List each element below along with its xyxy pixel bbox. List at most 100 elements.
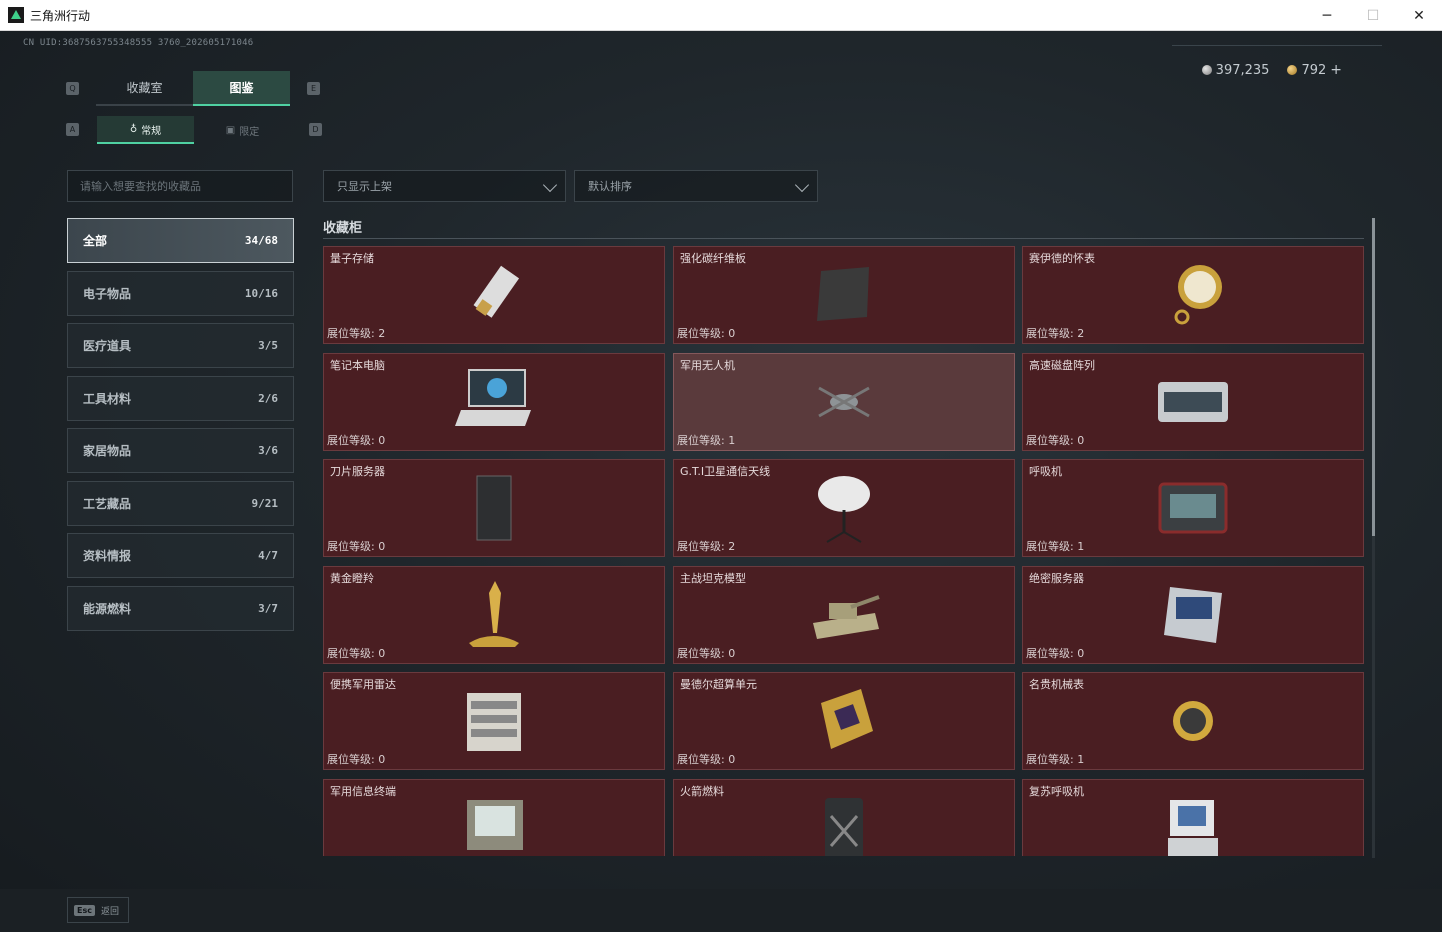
booth-level: 展位等级: 1 [677,433,736,447]
collection-card[interactable]: 量子存储 展位等级: 2 [323,246,665,344]
item-name: 强化碳纤维板 [680,252,746,265]
shelf-filter-value: 只显示上架 [337,180,392,193]
sort-dropdown[interactable]: 默认排序 [574,170,818,202]
window-titlebar: 三角洲行动 ─ ☐ ✕ [0,0,1442,31]
collection-card[interactable]: 赛伊德的怀表 展位等级: 2 [1022,246,1364,344]
category-fuel[interactable]: 能源燃料 3/7 [67,585,294,631]
item-name: 曼德尔超算单元 [680,678,757,692]
close-button[interactable]: ✕ [1396,0,1442,31]
currency-bar: 397,235 792 + [1201,62,1342,78]
collection-card[interactable]: 军用信息终端 [323,779,665,856]
scrollbar-thumb[interactable] [1372,218,1375,536]
category-count: 4/7 [258,549,278,562]
search-input[interactable]: 请输入想要查找的收藏品 [67,170,293,202]
booth-level: 展位等级: 0 [327,540,386,554]
add-currency-button[interactable]: + [1330,62,1342,78]
ventilator-icon [1148,466,1238,550]
category-count: 2/6 [258,391,278,405]
maximize-button[interactable]: ☐ [1350,0,1396,31]
collection-card[interactable]: 复苏呼吸机 [1022,779,1364,856]
keyhint-prev-subtab: A [66,123,79,136]
booth-level: 展位等级: 1 [1026,753,1085,767]
subtab-limited[interactable]: ▣ 限定 [194,116,291,144]
category-list: 全部 34/68 电子物品 10/16 医疗道具 3/5 工具材料 2/6 家居物品 3/… [67,218,294,638]
back-button[interactable]: Esc 返回 [67,897,129,923]
collection-card[interactable]: 呼吸机 展位等级: 1 [1022,459,1364,558]
disk-array-icon [1148,360,1238,444]
category-crafts[interactable]: 工艺藏品 9/21 [67,480,294,526]
booth-level: 展位等级: 0 [1026,433,1085,447]
item-name: 刀片服务器 [330,465,385,479]
compute-unit-icon [799,679,889,763]
collection-card[interactable]: 军用无人机展位等级: 1 [673,352,1015,451]
collection-card[interactable]: 笔记本电脑展位等级: 0 [323,352,665,451]
booth-level: 展位等级: 2 [327,327,386,340]
drone-icon [799,360,889,444]
item-name: 火箭燃料 [680,785,724,798]
category-intel[interactable]: 资料情报 4/7 [67,533,294,578]
collection-card[interactable]: 刀片服务器展位等级: 0 [323,459,665,558]
subtab-regular[interactable]: ♁ 常规 [97,116,194,144]
top-divider [1172,45,1382,46]
collection-card[interactable]: G.T.I卫星通信天线 展位等级: 2 [673,459,1015,558]
collection-card[interactable]: 曼德尔超算单元 展位等级: 0 [673,672,1015,771]
collection-card[interactable]: 名贵机械表展位等级: 1 [1022,672,1364,771]
item-name: 便携军用雷达 [330,678,396,692]
category-all[interactable]: 全部 34/68 [67,218,294,263]
collection-card[interactable]: 强化碳纤维板 展位等级: 0 [673,246,1015,344]
collection-card[interactable]: 火箭燃料 [673,779,1015,856]
subtab-limited-label: 限定 [239,126,260,138]
category-count: 3/7 [258,601,278,615]
limited-icon: ▣ [225,124,236,136]
category-medical[interactable]: 医疗道具 3/5 [67,323,294,368]
resuscitator-icon [1148,786,1238,856]
bottom-bar [0,889,1442,932]
category-tools[interactable]: 工具材料 2/6 [67,375,294,421]
shelf-filter-dropdown[interactable]: 只显示上架 [323,170,566,202]
gold-amount: 792 [1301,63,1327,78]
minimize-button[interactable]: ─ [1304,0,1350,31]
category-count: 34/68 [244,234,278,247]
item-name: 军用无人机 [680,358,735,372]
satellite-dish-icon [799,466,889,550]
category-electronics[interactable]: 电子物品 10/16 [67,270,294,316]
item-name: 绝密服务器 [1029,571,1084,585]
item-name: 军用信息终端 [330,785,396,798]
keyhint-prev-tab: Q [66,82,79,95]
silver-coin-icon [1201,64,1212,75]
collection-card[interactable]: 高速磁盘阵列 展位等级: 0 [1022,352,1364,451]
silver-currency: 397,235 [1201,62,1270,78]
item-name: 笔记本电脑 [330,358,385,372]
booth-level: 展位等级: 0 [327,753,386,767]
keyhint-next-subtab: D [309,123,322,136]
item-name: 名贵机械表 [1029,678,1084,692]
collection-card[interactable]: 黄金瞪羚 展位等级: 0 [323,565,665,664]
tab-catalog[interactable]: 图鉴 [193,71,290,106]
collection-card[interactable]: 绝密服务器 展位等级: 0 [1022,565,1364,664]
item-name: 黄金瞪羚 [330,571,374,585]
tab-collection-room[interactable]: 收藏室 [96,71,193,106]
silver-amount: 397,235 [1215,62,1270,78]
game-area: CN UID:3687563755348555 3760_20260517104… [0,31,1442,932]
item-name: 赛伊德的怀表 [1029,252,1095,265]
category-household[interactable]: 家居物品 3/6 [67,428,294,473]
collection-card[interactable]: 便携军用雷达 展位等级: 0 [323,672,665,771]
item-name: 主战坦克模型 [680,571,746,585]
back-label: 返回 [100,906,119,917]
category-count: 10/16 [244,286,278,300]
secret-server-icon [1148,573,1238,657]
category-count: 3/6 [258,444,278,457]
item-name: G.T.I卫星通信天线 [680,465,771,479]
category-label: 家居物品 [83,444,132,458]
collection-card[interactable]: 主战坦克模型 展位等级: 0 [673,565,1015,664]
uid-label: CN UID:3687563755348555 3760_20260517104… [23,38,254,48]
item-name: 高速磁盘阵列 [1029,358,1095,372]
booth-level: 展位等级: 0 [327,433,386,447]
fuel-can-icon [799,786,889,856]
laptop-icon [449,360,539,444]
wristwatch-icon [1148,679,1238,763]
usb-drive-icon [449,253,539,337]
booth-level: 展位等级: 2 [677,540,736,554]
sub-tabs: ♁ 常规 ▣ 限定 [97,116,292,144]
category-label: 全部 [83,234,108,248]
